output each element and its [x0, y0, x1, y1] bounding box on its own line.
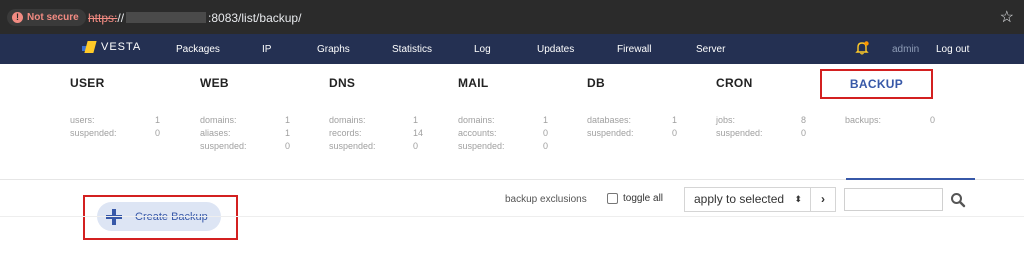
- bulk-action-value: apply to selected: [694, 192, 785, 206]
- toggle-all-checkbox[interactable]: [607, 193, 618, 204]
- top-navigation: VESTA Packages IP Graphs Statistics Log …: [0, 34, 1024, 64]
- stats-title: USER: [70, 76, 105, 90]
- search-icon[interactable]: [950, 192, 966, 208]
- stats-backup-title[interactable]: BACKUP: [820, 69, 933, 99]
- stats-row: accounts: 0: [458, 128, 549, 138]
- nav-item-graphs[interactable]: Graphs: [317, 44, 350, 55]
- nav-item-ip[interactable]: IP: [262, 44, 271, 55]
- backup-exclusions-link[interactable]: backup exclusions: [505, 194, 587, 205]
- browser-address-bar: ! Not secure https://:8083/list/backup/ …: [0, 0, 1024, 34]
- nav-item-updates[interactable]: Updates: [537, 44, 574, 55]
- nav-item-log[interactable]: Log: [474, 44, 491, 55]
- security-label: Not secure: [27, 12, 79, 23]
- active-tab-indicator: [846, 178, 975, 180]
- stats-row: suspended: 0: [70, 128, 161, 138]
- bulk-action-select[interactable]: apply to selected ⬍: [684, 187, 811, 212]
- search-input[interactable]: [844, 188, 943, 211]
- stats-title: WEB: [200, 76, 229, 90]
- stats-title: CRON: [716, 76, 753, 90]
- redacted-host: [126, 12, 207, 23]
- stats-row: suspended: 0: [329, 141, 419, 151]
- select-arrows-icon: ⬍: [794, 194, 802, 204]
- stats-row: aliases: 1: [200, 128, 291, 138]
- bookmark-star-icon[interactable]: ☆: [1000, 7, 1014, 27]
- notification-bell-icon[interactable]: [855, 41, 869, 55]
- url-slashes: //: [117, 11, 125, 25]
- stats-title: DNS: [329, 76, 356, 90]
- logout-link[interactable]: Log out: [936, 44, 969, 55]
- stats-title: DB: [587, 76, 605, 90]
- nav-item-packages[interactable]: Packages: [176, 44, 220, 55]
- apply-action-button[interactable]: ›: [810, 187, 836, 212]
- warning-icon: !: [12, 12, 23, 23]
- stats-row: domains: 1: [200, 115, 291, 125]
- stats-row: jobs: 8: [716, 115, 807, 125]
- nav-item-statistics[interactable]: Statistics: [392, 44, 432, 55]
- stats-row: users: 1: [70, 115, 161, 125]
- url-scheme: https:: [88, 11, 118, 25]
- vesta-logo[interactable]: VESTA: [82, 41, 141, 53]
- url-path: :8083/list/backup/: [208, 11, 302, 25]
- stats-row: suspended: 0: [200, 141, 291, 151]
- stats-row: domains: 1: [458, 115, 549, 125]
- stats-row: suspended: 0: [587, 128, 678, 138]
- toggle-all-label: toggle all: [623, 193, 664, 204]
- toggle-all[interactable]: toggle all: [607, 193, 663, 204]
- stats-title: MAIL: [458, 76, 489, 90]
- stats-row: records: 14: [329, 128, 424, 138]
- stats-row: suspended: 0: [458, 141, 549, 151]
- vesta-logo-icon: [82, 41, 97, 53]
- nav-item-firewall[interactable]: Firewall: [617, 44, 651, 55]
- stats-row: suspended: 0: [716, 128, 807, 138]
- security-indicator[interactable]: ! Not secure: [7, 9, 86, 26]
- current-user[interactable]: admin: [892, 44, 919, 55]
- brand-name: VESTA: [101, 41, 142, 53]
- url-field[interactable]: https:// :8083/list/backup/: [88, 11, 301, 25]
- divider: [0, 216, 1024, 217]
- stats-row: domains: 1: [329, 115, 419, 125]
- nav-item-server[interactable]: Server: [696, 44, 725, 55]
- stats-row: databases: 1: [587, 115, 678, 125]
- stats-row: backups: 0: [845, 115, 936, 125]
